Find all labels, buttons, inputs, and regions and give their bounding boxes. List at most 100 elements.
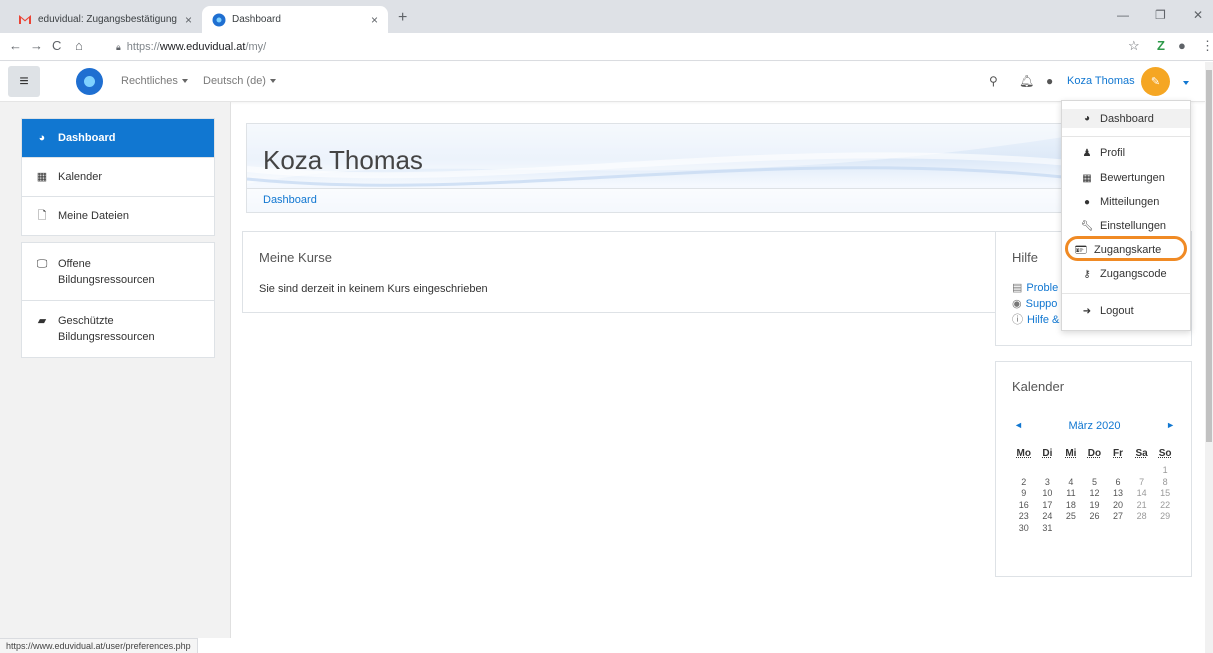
user-menu-zugangscode[interactable]: ⚷ Zugangscode bbox=[1062, 265, 1190, 283]
calendar-day[interactable]: 8 bbox=[1153, 477, 1177, 489]
close-icon[interactable]: × bbox=[185, 13, 192, 27]
status-bar-url: https://www.eduvidual.at/user/preference… bbox=[0, 638, 198, 653]
bell-icon[interactable]: 🔔︎ bbox=[1019, 74, 1034, 88]
page-scrollbar-thumb[interactable] bbox=[1206, 70, 1212, 442]
calendar-day[interactable]: 19 bbox=[1083, 500, 1107, 512]
user-menu-dropdown: ◕ Dashboard ♟ Profil ▦ Bewertungen ● Mitteil… bbox=[1061, 100, 1191, 331]
extension-icon[interactable]: Z bbox=[1157, 38, 1165, 53]
help-link-hilfe[interactable]: ⓘ Hilfe & bbox=[1012, 312, 1059, 328]
browser-tab-gmail[interactable]: eduvidual: Zugangsbestätigung × bbox=[8, 6, 202, 33]
weekday-label: Do bbox=[1087, 448, 1102, 459]
user-menu-mitteilungen[interactable]: ● Mitteilungen bbox=[1062, 193, 1190, 211]
wrench-icon: 🔧︎ bbox=[1080, 220, 1094, 232]
calendar-day[interactable]: 7 bbox=[1130, 477, 1154, 489]
site-logo[interactable] bbox=[76, 68, 103, 95]
calendar-day[interactable]: 14 bbox=[1130, 488, 1154, 500]
calendar-day[interactable]: 29 bbox=[1153, 511, 1177, 523]
browser-tab-dashboard[interactable]: Dashboard × bbox=[202, 6, 388, 33]
new-tab-button[interactable]: + bbox=[398, 9, 407, 27]
calendar-day[interactable]: 31 bbox=[1036, 523, 1060, 535]
calendar-day[interactable]: 15 bbox=[1153, 488, 1177, 500]
calendar-day[interactable]: 16 bbox=[1012, 500, 1036, 512]
calendar-day bbox=[1059, 523, 1083, 535]
close-icon[interactable]: × bbox=[371, 13, 378, 27]
calendar-day[interactable]: 11 bbox=[1059, 488, 1083, 500]
drawer-item-dashboard[interactable]: ◕ Dashboard bbox=[22, 119, 214, 158]
avatar[interactable]: ✎ bbox=[1141, 67, 1170, 96]
calendar-day[interactable]: 20 bbox=[1106, 500, 1130, 512]
help-link-support[interactable]: ◉ Suppo bbox=[1012, 296, 1059, 312]
calendar-day[interactable]: 5 bbox=[1083, 477, 1107, 489]
help-link-label: Hilfe & bbox=[1027, 314, 1060, 326]
user-menu-profil[interactable]: ♟ Profil bbox=[1062, 144, 1190, 162]
key-icon: ⚷ bbox=[1083, 268, 1091, 280]
calendar-day[interactable]: 1 bbox=[1153, 465, 1177, 477]
search-icon[interactable]: ⚲ bbox=[989, 74, 998, 88]
calendar-day[interactable]: 13 bbox=[1106, 488, 1130, 500]
calendar-next-button[interactable]: ► bbox=[1166, 420, 1175, 430]
restore-icon[interactable]: ❐ bbox=[1155, 8, 1166, 22]
home-icon[interactable]: ⌂ bbox=[75, 38, 83, 53]
profile-icon[interactable]: ● bbox=[1178, 38, 1186, 53]
nav-language[interactable]: Deutsch (de) bbox=[203, 75, 276, 87]
user-menu-bewertungen[interactable]: ▦ Bewertungen bbox=[1062, 169, 1190, 187]
file-icon: 🗋︎ bbox=[37, 210, 47, 222]
address-bar[interactable]: 🔒︎ https://www.eduvidual.at/my/ bbox=[116, 37, 266, 57]
calendar-day[interactable]: 6 bbox=[1106, 477, 1130, 489]
drawer-item-kalender[interactable]: ▦ Kalender bbox=[22, 158, 214, 197]
user-menu-logout[interactable]: ➜ Logout bbox=[1062, 302, 1190, 320]
calendar-day[interactable]: 28 bbox=[1130, 511, 1154, 523]
dashboard-icon: ◕ bbox=[38, 132, 46, 144]
weekday-label: Di bbox=[1042, 448, 1053, 459]
calendar-day[interactable]: 17 bbox=[1036, 500, 1060, 512]
calendar-day[interactable]: 30 bbox=[1012, 523, 1036, 535]
calendar-day[interactable]: 18 bbox=[1059, 500, 1083, 512]
drawer-item-meine-dateien[interactable]: 🗋︎ Meine Dateien bbox=[22, 197, 214, 235]
page-title: Koza Thomas bbox=[263, 145, 423, 175]
star-icon[interactable]: ☆ bbox=[1128, 38, 1140, 54]
menu-item-label: Mitteilungen bbox=[1100, 196, 1160, 208]
calendar-day bbox=[1059, 465, 1083, 477]
caret-down-icon[interactable] bbox=[1183, 81, 1189, 85]
calendar-day[interactable]: 3 bbox=[1036, 477, 1060, 489]
user-menu-einstellungen[interactable]: 🔧︎ Einstellungen bbox=[1062, 217, 1190, 235]
calendar-day[interactable]: 26 bbox=[1083, 511, 1107, 523]
calendar-day[interactable]: 27 bbox=[1106, 511, 1130, 523]
caret-down-icon bbox=[269, 79, 276, 84]
chat-icon[interactable]: ● bbox=[1046, 74, 1053, 88]
courses-title: Meine Kurse bbox=[259, 250, 332, 265]
calendar-day[interactable]: 21 bbox=[1130, 500, 1154, 512]
calendar-day bbox=[1083, 465, 1107, 477]
calendar-day[interactable]: 23 bbox=[1012, 511, 1036, 523]
breadcrumb-dashboard-link[interactable]: Dashboard bbox=[263, 194, 317, 206]
user-menu-dashboard[interactable]: ◕ Dashboard bbox=[1062, 109, 1190, 128]
window-close-icon[interactable]: ✕ bbox=[1193, 8, 1203, 22]
help-links: ▤ Proble ◉ Suppo ⓘ Hilfe & bbox=[1012, 280, 1059, 328]
calendar-month[interactable]: März 2020 bbox=[1012, 420, 1177, 432]
courses-empty-message: Sie sind derzeit in keinem Kurs eingesch… bbox=[259, 283, 488, 295]
nav-rechtliches[interactable]: Rechtliches bbox=[121, 75, 188, 87]
calendar-day[interactable]: 4 bbox=[1059, 477, 1083, 489]
forward-icon[interactable]: → bbox=[30, 38, 43, 53]
drawer-item-label: Kalender bbox=[58, 171, 103, 183]
calendar-week-row: 16 17 18 19 20 21 22 bbox=[1012, 500, 1177, 512]
calendar-day[interactable]: 2 bbox=[1012, 477, 1036, 489]
help-link-problem[interactable]: ▤ Proble bbox=[1012, 280, 1059, 296]
minimize-icon[interactable]: — bbox=[1117, 8, 1129, 22]
calendar-day[interactable]: 12 bbox=[1083, 488, 1107, 500]
user-name[interactable]: Koza Thomas bbox=[1067, 75, 1135, 87]
calendar-day[interactable]: 24 bbox=[1036, 511, 1060, 523]
calendar-day[interactable]: 22 bbox=[1153, 500, 1177, 512]
drawer-item-offene-bildungsressourcen[interactable]: 🖵︎ Offene Bildungsressourcen bbox=[22, 243, 214, 301]
calendar-day[interactable]: 9 bbox=[1012, 488, 1036, 500]
drawer-toggle-button[interactable]: ≡ bbox=[8, 66, 40, 97]
reload-icon[interactable]: C bbox=[52, 38, 61, 53]
calendar-day[interactable]: 25 bbox=[1059, 511, 1083, 523]
calendar-week-row: 1 bbox=[1012, 465, 1177, 477]
back-icon[interactable]: ← bbox=[9, 38, 22, 53]
menu-icon[interactable]: ⋮ bbox=[1201, 38, 1213, 54]
calendar-day[interactable]: 10 bbox=[1036, 488, 1060, 500]
drawer-item-geschuetzte-bildungsressourcen[interactable]: ▰ Geschützte Bildungsressourcen bbox=[22, 301, 214, 357]
report-icon: ▤ bbox=[1012, 282, 1023, 294]
table-icon: ▦ bbox=[1082, 172, 1092, 184]
